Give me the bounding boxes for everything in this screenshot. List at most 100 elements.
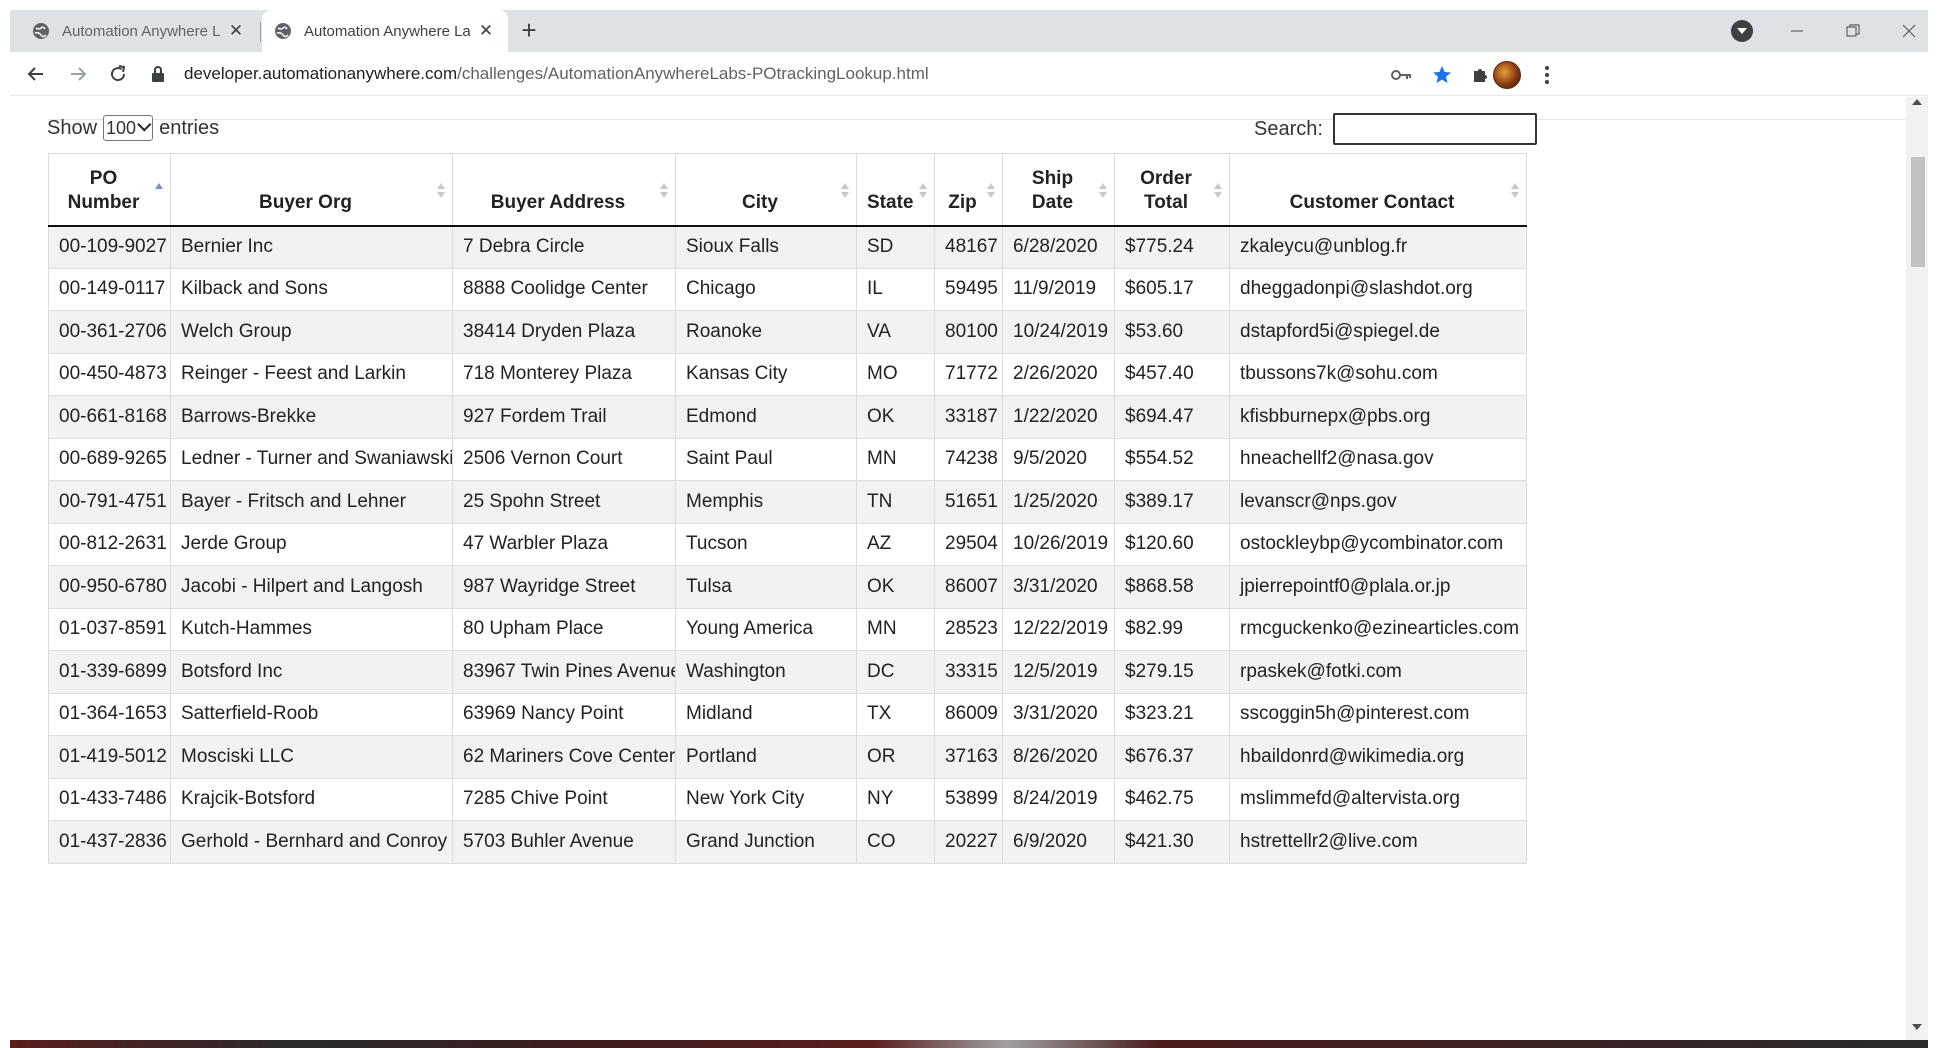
table-row: 00-812-2631 Jerde Group 47 Warbler Plaza Tu… (48, 522, 1527, 566)
cell-order-total: $120.60 (1114, 522, 1230, 566)
sort-icon (1510, 182, 1520, 199)
forward-arrow-icon[interactable] (64, 60, 92, 88)
extensions-puzzle-icon[interactable] (1468, 62, 1494, 88)
cell-customer-contact: mslimmefd@altervista.org (1229, 777, 1527, 821)
cell-customer-contact: sscoggin5h@pinterest.com (1229, 692, 1527, 736)
cell-ship-date: 1/22/2020 (1002, 395, 1115, 439)
minimize-icon[interactable] (1774, 10, 1820, 52)
search-control: Search: (1254, 113, 1537, 145)
cell-customer-contact: kfisbburnepx@pbs.org (1229, 395, 1527, 439)
cell-po-number: 00-361-2706 (48, 310, 171, 354)
cell-city: Portland (675, 735, 857, 779)
cell-ship-date: 3/31/2020 (1002, 565, 1115, 609)
cell-city: Young America (675, 607, 857, 651)
cell-customer-contact: ostockleybp@ycombinator.com (1229, 522, 1527, 566)
divider (48, 119, 1928, 120)
cell-buyer-address: 83967 Twin Pines Avenue (452, 650, 676, 694)
scrollbar-thumb[interactable] (1911, 157, 1925, 267)
cell-state: TN (856, 480, 935, 524)
cell-po-number: 01-437-2836 (48, 820, 171, 864)
cell-po-number: 00-450-4873 (48, 352, 171, 396)
header-zip[interactable]: Zip (934, 153, 1003, 227)
page-length-select[interactable]: 100 (103, 115, 154, 141)
cell-ship-date: 8/24/2019 (1002, 777, 1115, 821)
table-row: 01-037-8591 Kutch-Hammes 80 Upham Place You… (48, 607, 1527, 651)
scroll-down-icon[interactable] (1912, 1024, 1922, 1030)
cell-buyer-address: 5703 Buhler Avenue (452, 820, 676, 864)
cell-buyer-address: 7285 Chive Point (452, 777, 676, 821)
more-vertical-icon[interactable] (1534, 62, 1560, 88)
cell-buyer-org: Kutch-Hammes (170, 607, 453, 651)
close-icon[interactable]: ✕ (476, 21, 496, 41)
table-body: 00-109-9027 Bernier Inc 7 Debra Circle Siou… (48, 225, 1527, 864)
cell-buyer-org: Krajcik-Botsford (170, 777, 453, 821)
cell-ship-date: 9/5/2020 (1002, 437, 1115, 481)
cell-order-total: $323.21 (1114, 692, 1230, 736)
header-order-total[interactable]: Order Total (1114, 153, 1230, 227)
header-label: City (742, 191, 778, 213)
header-buyer-org[interactable]: Buyer Org (170, 153, 453, 227)
tab-search-icon[interactable] (1731, 20, 1753, 42)
new-tab-button[interactable]: + (514, 16, 544, 46)
page-length-control: Show 100 entries (47, 115, 219, 141)
cell-state: CO (856, 820, 935, 864)
header-label: Order (1140, 167, 1192, 189)
cell-order-total: $605.17 (1114, 267, 1230, 311)
lock-icon[interactable] (150, 65, 166, 83)
sort-icon (1213, 182, 1223, 199)
cell-state: OK (856, 395, 935, 439)
table-header-row: PO Number Buyer Org Buyer Address City St… (48, 153, 1527, 227)
bookmark-star-icon[interactable] (1429, 62, 1455, 88)
header-customer-contact[interactable]: Customer Contact (1229, 153, 1527, 227)
cell-zip: 51651 (934, 480, 1003, 524)
reload-icon[interactable] (104, 60, 132, 88)
globe-icon (274, 22, 292, 40)
scroll-up-icon[interactable] (1912, 99, 1922, 105)
cell-ship-date: 10/26/2019 (1002, 522, 1115, 566)
cell-order-total: $457.40 (1114, 352, 1230, 396)
cell-customer-contact: dheggadonpi@slashdot.org (1229, 267, 1527, 311)
search-input[interactable] (1332, 113, 1537, 145)
cell-zip: 20227 (934, 820, 1003, 864)
cell-ship-date: 10/24/2019 (1002, 310, 1115, 354)
entries-label: entries (159, 116, 220, 139)
restore-icon[interactable] (1830, 10, 1876, 52)
show-label: Show (47, 116, 98, 139)
header-label: PO (89, 167, 118, 189)
browser-tab-po-tracking[interactable]: Automation Anywhere Labs - PO ✕ (262, 10, 508, 52)
cell-order-total: $554.52 (1114, 437, 1230, 481)
cell-po-number: 00-791-4751 (48, 480, 171, 524)
header-ship-date[interactable]: Ship Date (1002, 153, 1115, 227)
back-arrow-icon[interactable] (22, 60, 50, 88)
cell-order-total: $421.30 (1114, 820, 1230, 864)
table-row: 00-109-9027 Bernier Inc 7 Debra Circle Siou… (48, 225, 1527, 269)
table-row: 01-419-5012 Mosciski LLC 62 Mariners Cove … (48, 735, 1527, 779)
tab-title: Automation Anywhere Labs - PO (304, 22, 470, 40)
chevron-down-icon (137, 117, 152, 132)
cell-po-number: 01-433-7486 (48, 777, 171, 821)
table-row: 00-149-0117 Kilback and Sons 8888 Coolidge… (48, 267, 1527, 311)
cell-ship-date: 12/5/2019 (1002, 650, 1115, 694)
cell-buyer-org: Botsford Inc (170, 650, 453, 694)
window-close-icon[interactable] (1886, 10, 1932, 52)
header-po-number[interactable]: PO Number (48, 153, 171, 227)
tab-separator (260, 22, 261, 42)
globe-icon (32, 22, 50, 40)
browser-tab-support[interactable]: Automation Anywhere Labs - Sup ✕ (20, 10, 258, 52)
profile-avatar[interactable] (1493, 61, 1521, 89)
cell-zip: 71772 (934, 352, 1003, 396)
cell-city: Saint Paul (675, 437, 857, 481)
cell-po-number: 00-812-2631 (48, 522, 171, 566)
cell-state: VA (856, 310, 935, 354)
taskbar-strip (10, 1040, 1928, 1048)
cell-po-number: 01-037-8591 (48, 607, 171, 651)
close-icon[interactable]: ✕ (226, 21, 246, 41)
header-buyer-address[interactable]: Buyer Address (452, 153, 676, 227)
header-city[interactable]: City (675, 153, 857, 227)
url-host: developer.automationanywhere.com (184, 64, 458, 83)
header-state[interactable]: State (856, 153, 935, 227)
vertical-scrollbar[interactable] (1906, 97, 1928, 1048)
key-icon[interactable] (1389, 62, 1415, 88)
header-label: Date (1031, 191, 1074, 213)
cell-state: IL (856, 267, 935, 311)
